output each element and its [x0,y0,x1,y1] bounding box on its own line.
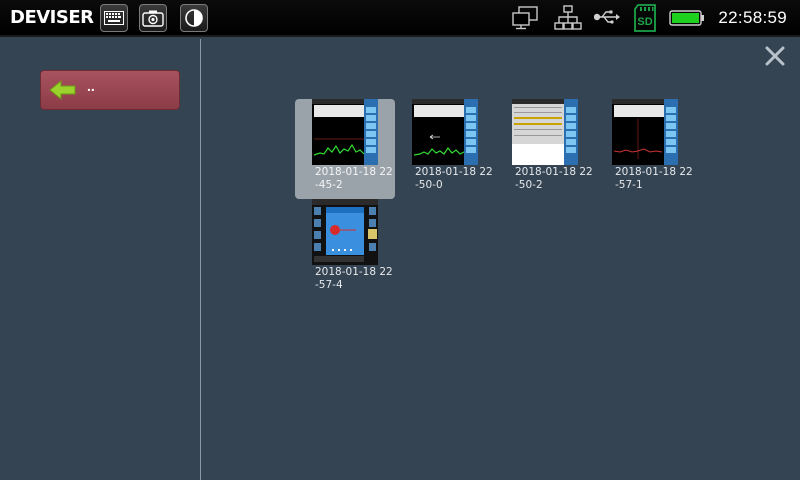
parent-folder-label: .. [87,78,95,94]
file-item[interactable]: 2018-01-18 22-57-4 [295,199,395,299]
deviser-logo: DEVISER [10,7,94,28]
network-icon [554,5,582,30]
file-item[interactable]: 2018-01-18 22-50-0 [395,99,495,199]
file-name: 2018-01-18 22-50-0 [415,166,493,191]
keyboard-button[interactable] [100,4,128,32]
file-item[interactable]: 2018-01-18 22-45-2 [295,99,395,199]
screenshot-thumbnail [512,99,578,165]
camera-icon [142,10,164,27]
back-arrow-icon [49,80,76,100]
screenshot-thumbnail [412,99,478,165]
screenshot-button[interactable] [139,4,167,32]
contrast-icon [185,9,203,27]
file-name: 2018-01-18 22-50-2 [515,166,593,191]
parent-folder-button[interactable]: .. [40,70,180,110]
file-name: 2018-01-18 22-45-2 [315,166,393,191]
sd-card-icon: SD [634,4,656,32]
keyboard-icon [104,11,124,25]
screenshot-thumbnail [312,199,378,265]
file-item[interactable]: 2018-01-18 22-57-1 [595,99,695,199]
file-item[interactable]: 2018-01-18 22-50-2 [495,99,595,199]
battery-icon [669,10,704,26]
file-name: 2018-01-18 22-57-1 [615,166,693,191]
screenshot-thumbnail [312,99,378,165]
sd-card-indicator: SD [633,4,657,37]
screenshot-thumbnail [612,99,678,165]
file-name: 2018-01-18 22-57-4 [315,266,393,291]
close-icon[interactable] [764,45,786,67]
sd-card-label: SD [637,16,652,28]
clock: 22:58:59 [718,8,787,27]
pane-divider [200,39,201,480]
status-bar: DEVISER SD 22:58:59 [0,0,800,37]
contrast-button[interactable] [180,4,208,32]
usb-icon [594,10,620,24]
remote-desktop-icon [512,6,538,30]
